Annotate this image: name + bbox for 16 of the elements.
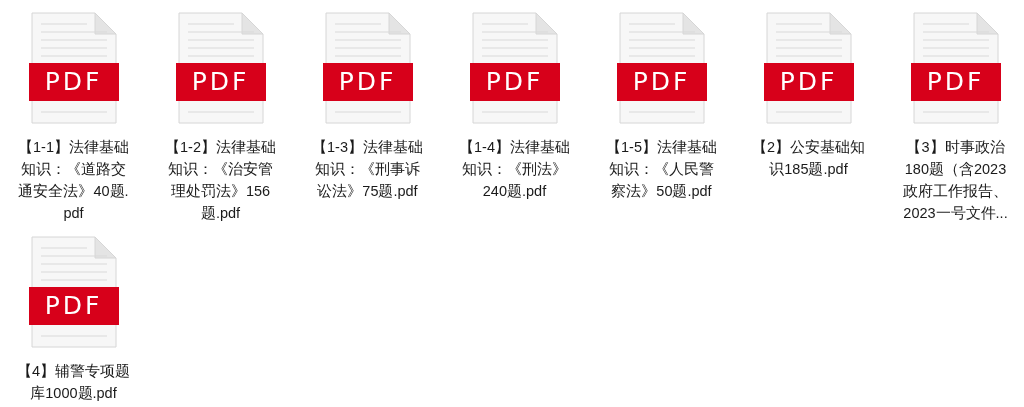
file-name[interactable]: 【1-3】法律基础 知识：《刑事诉 讼法》75题.pdf: [312, 136, 423, 202]
file-name[interactable]: 【1-1】法律基础 知识：《道路交 通安全法》40题. pdf: [18, 136, 129, 224]
pdf-file-icon: PDF: [322, 12, 413, 124]
pdf-file-icon: PDF: [763, 12, 854, 124]
file-name[interactable]: 【1-2】法律基础 知识：《治安管 理处罚法》156 题.pdf: [165, 136, 276, 224]
pdf-file-icon: PDF: [28, 236, 119, 348]
pdf-file-icon: PDF: [910, 12, 1001, 124]
pdf-file-icon: PDF: [616, 12, 707, 124]
file-name[interactable]: 【1-5】法律基础 知识：《人民警 察法》50题.pdf: [606, 136, 717, 202]
pdf-file-icon: PDF: [28, 12, 119, 124]
file-name[interactable]: 【4】辅警专项题 库1000题.pdf: [16, 360, 131, 404]
file-name[interactable]: 【1-4】法律基础 知识：《刑法》 240题.pdf: [459, 136, 570, 202]
pdf-file-icon: PDF: [175, 12, 266, 124]
file-name[interactable]: 【3】时事政治 180题（含2023 政府工作报告、 2023一号文件...: [903, 136, 1008, 224]
pdf-file-icon: PDF: [469, 12, 560, 124]
file-name[interactable]: 【2】公安基础知 识185题.pdf: [751, 136, 866, 180]
